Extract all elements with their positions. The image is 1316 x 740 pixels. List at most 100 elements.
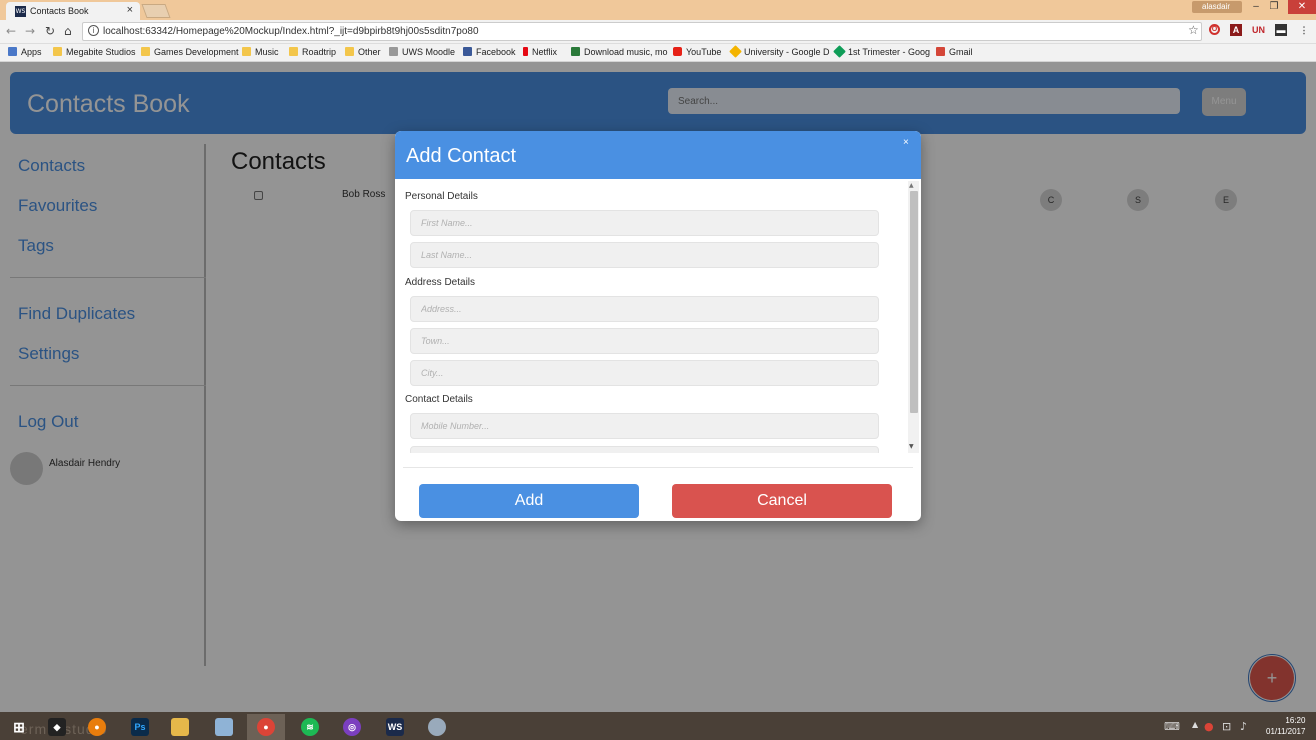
bookmark-apps[interactable]: Apps [8, 47, 42, 57]
chrome-tray-icon[interactable]: ● [1204, 720, 1214, 733]
reload-icon[interactable]: ↻ [45, 24, 55, 38]
folder-icon [289, 47, 298, 56]
url-text: localhost:63342/Homepage%20Mockup/Index.… [103, 26, 479, 37]
info-icon[interactable]: i [88, 25, 99, 36]
town-field[interactable] [410, 328, 879, 354]
google-drive-icon [729, 45, 742, 58]
profile-button[interactable]: alasdair [1192, 1, 1242, 13]
add-button[interactable]: Add [419, 484, 639, 518]
pdf-extension-icon[interactable]: A [1230, 24, 1242, 36]
section-personal-details: Personal Details [405, 191, 478, 202]
folder-icon [345, 47, 354, 56]
modal-footer-divider [403, 467, 913, 468]
opera-extension-icon[interactable]: O [1209, 24, 1220, 35]
taskbar-app-purple[interactable]: ◎ [333, 714, 371, 740]
paint-icon [428, 718, 446, 736]
network-tray-icon[interactable]: ⊡ [1222, 720, 1231, 733]
bookmark-music[interactable]: Music [242, 47, 279, 57]
taskbar-blender[interactable]: ● [78, 714, 116, 740]
bookmark-netflix[interactable]: Netflix [523, 47, 557, 57]
first-name-field[interactable] [410, 210, 879, 236]
bookmark-youtube[interactable]: YouTube [673, 47, 721, 57]
bookmark-roadtrip[interactable]: Roadtrip [289, 47, 336, 57]
section-address-details: Address Details [405, 277, 476, 288]
taskbar-photoshop[interactable]: Ps [121, 714, 159, 740]
folder-icon [53, 47, 62, 56]
webstorm-icon: WS [386, 718, 404, 736]
bookmark-games-dev[interactable]: Games Development [141, 47, 239, 57]
keyboard-tray-icon[interactable]: ⌨ [1164, 720, 1180, 733]
photoshop-icon: Ps [131, 718, 149, 736]
un-extension-icon[interactable]: UN [1252, 24, 1265, 36]
new-tab-button[interactable] [141, 4, 171, 18]
bookmark-1st-trimester[interactable]: 1st Trimester - Goog [833, 45, 930, 58]
download-icon [571, 47, 580, 56]
netflix-icon [523, 47, 528, 56]
tab-title: Contacts Book [30, 6, 89, 16]
taskbar-unity[interactable]: ◆ [38, 714, 76, 740]
modal-form-body: Personal Details Address Details Contact… [395, 181, 921, 453]
keyboard-extension-icon[interactable]: ▬ [1275, 24, 1287, 36]
restore-icon[interactable]: ❐ [1263, 0, 1285, 14]
bookmark-facebook[interactable]: Facebook [463, 47, 516, 57]
modal-title: Add Contact [406, 145, 517, 167]
window-close-icon[interactable]: ✕ [1288, 0, 1316, 14]
blender-icon: ● [88, 718, 106, 736]
system-clock[interactable]: 16:20 01/11/2017 [1266, 715, 1305, 737]
clock-date: 01/11/2017 [1266, 727, 1306, 736]
next-field-partial[interactable] [410, 446, 879, 453]
browser-titlebar: WS Contacts Book × alasdair – ❐ ✕ [0, 0, 1316, 20]
address-field[interactable] [410, 296, 879, 322]
youtube-icon [673, 47, 682, 56]
purple-app-icon: ◎ [343, 718, 361, 736]
unity-icon: ◆ [48, 718, 66, 736]
bookmark-megabite[interactable]: Megabite Studios [53, 47, 136, 57]
windows-taskbar: ermic studio ⊞ ◆ ● Ps ● ≋ ◎ WS ⌨ ▲ ● ⊡ ♪… [0, 712, 1316, 740]
browser-menu-icon[interactable]: ⋮ [1298, 24, 1310, 36]
bookmark-gmail[interactable]: Gmail [936, 47, 973, 57]
forward-icon[interactable]: → [25, 24, 35, 38]
modal-header: Add Contact × [395, 131, 921, 179]
scroll-up-icon[interactable]: ▲ [909, 182, 914, 189]
taskbar-paint[interactable] [418, 714, 456, 740]
folder-icon [171, 718, 189, 736]
spotify-icon: ≋ [301, 718, 319, 736]
webstorm-favicon-icon: WS [15, 6, 26, 17]
scrollbar-thumb[interactable] [910, 191, 918, 413]
taskbar-notepad[interactable] [205, 714, 243, 740]
bookmark-download-music[interactable]: Download music, mo [571, 47, 668, 57]
chrome-icon: ● [257, 718, 275, 736]
section-contact-details: Contact Details [405, 394, 473, 405]
modal-close-icon[interactable]: × [903, 137, 909, 148]
bookmark-uws-moodle[interactable]: UWS Moodle [389, 47, 455, 57]
windows-logo-icon: ⊞ [13, 719, 25, 735]
taskbar-spotify[interactable]: ≋ [291, 714, 329, 740]
bookmarks-bar: Apps Megabite Studios Games Development … [0, 44, 1316, 62]
taskbar-webstorm[interactable]: WS [376, 714, 414, 740]
url-bar[interactable]: i localhost:63342/Homepage%20Mockup/Inde… [82, 22, 1202, 41]
google-drive-icon [833, 45, 846, 58]
address-bar-row: ← → ↻ ⌂ i localhost:63342/Homepage%20Moc… [0, 20, 1316, 44]
taskbar-file-explorer[interactable] [161, 714, 199, 740]
back-icon[interactable]: ← [6, 24, 16, 38]
city-field[interactable] [410, 360, 879, 386]
browser-tab[interactable]: WS Contacts Book × [6, 2, 140, 20]
tab-close-icon[interactable]: × [127, 4, 133, 16]
facebook-icon [463, 47, 472, 56]
apps-grid-icon [8, 47, 17, 56]
scroll-down-icon[interactable]: ▼ [909, 443, 914, 450]
last-name-field[interactable] [410, 242, 879, 268]
tray-expand-icon[interactable]: ▲ [1192, 720, 1198, 729]
start-button[interactable]: ⊞ [0, 714, 38, 740]
cancel-button[interactable]: Cancel [672, 484, 892, 518]
mobile-number-field[interactable] [410, 413, 879, 439]
gmail-icon [936, 47, 945, 56]
bookmark-university-drive[interactable]: University - Google D [729, 45, 830, 58]
home-icon[interactable]: ⌂ [64, 24, 72, 38]
bookmark-star-icon[interactable]: ☆ [1188, 23, 1199, 37]
uws-icon [389, 47, 398, 56]
taskbar-chrome[interactable]: ● [247, 714, 285, 740]
volume-tray-icon[interactable]: ♪ [1240, 720, 1247, 733]
bookmark-other[interactable]: Other [345, 47, 381, 57]
add-contact-modal: Add Contact × Personal Details Address D… [395, 131, 921, 521]
